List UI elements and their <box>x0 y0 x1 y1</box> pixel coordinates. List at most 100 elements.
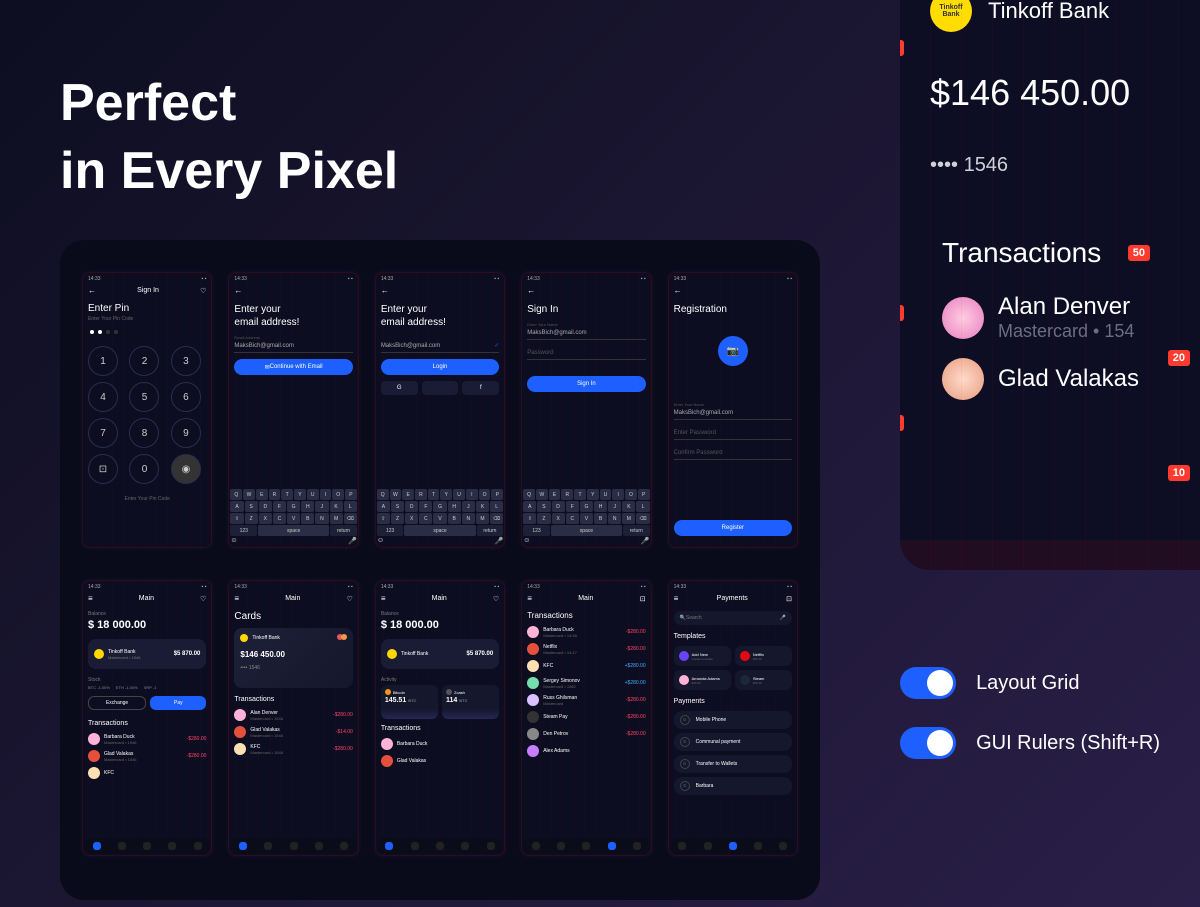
key[interactable]: P <box>638 489 650 500</box>
key[interactable]: I <box>466 489 478 500</box>
keyboard[interactable]: QWERTYUIOPASDFGHJKL⇧ZXCVBNM⌫123spaceretu… <box>230 489 356 546</box>
key[interactable]: T <box>428 489 440 500</box>
key[interactable]: D <box>405 501 418 512</box>
key[interactable]: B <box>301 513 314 524</box>
password-field[interactable]: Enter Password <box>674 426 792 440</box>
email-field[interactable]: MaksBich@gmail.com✓ <box>381 339 499 353</box>
camera-button[interactable]: 📷 <box>718 336 748 366</box>
crypto-bitcoin[interactable]: Bitcoin145.51 BTC <box>381 685 438 719</box>
email-field[interactable]: Email AddressMaksBich@gmail.com <box>234 339 352 353</box>
apple-button[interactable] <box>422 381 459 395</box>
facebook-button[interactable]: f <box>462 381 499 395</box>
credit-card[interactable]: Tinkoff Bank $146 450.00 •••• 1546 <box>234 628 352 688</box>
key[interactable]: ⇧ <box>523 513 536 524</box>
key[interactable]: F <box>566 501 579 512</box>
transaction-row[interactable]: Glad Valakas <box>381 755 499 767</box>
transaction-row[interactable]: Glad ValakasMastercard • 1546-$280.00 <box>88 750 206 762</box>
key[interactable]: ⇧ <box>377 513 390 524</box>
bank-card[interactable]: Tinkoff Bank$5 870.00 <box>381 639 499 669</box>
transaction-row[interactable]: KFC+$280.00 <box>527 660 645 672</box>
key[interactable]: L <box>344 501 357 512</box>
key[interactable]: R <box>415 489 427 500</box>
key[interactable]: R <box>269 489 281 500</box>
search-input[interactable]: 🔍 Search🎤 <box>674 611 792 625</box>
key[interactable]: S <box>245 501 258 512</box>
tabbar[interactable] <box>230 838 356 854</box>
key-1[interactable]: 1 <box>88 346 118 376</box>
back-icon[interactable]: ← <box>674 286 682 295</box>
key[interactable]: Z <box>391 513 404 524</box>
key[interactable]: D <box>552 501 565 512</box>
name-field[interactable]: Enter Your NameMaksBich@gmail.com <box>527 326 645 340</box>
key[interactable]: X <box>552 513 565 524</box>
payment-item[interactable]: ◌Barbara <box>674 777 792 795</box>
pay-button[interactable]: Pay <box>150 696 206 710</box>
key[interactable]: A <box>377 501 390 512</box>
key[interactable]: N <box>608 513 621 524</box>
key[interactable]: ⌫ <box>636 513 649 524</box>
payment-item[interactable]: ◌Mobile Phone <box>674 711 792 729</box>
key[interactable]: C <box>273 513 286 524</box>
scan-icon[interactable]: ⊡ <box>640 595 646 603</box>
keyboard[interactable]: QWERTYUIOPASDFGHJKL⇧ZXCVBNM⌫123spaceretu… <box>523 489 649 546</box>
key[interactable]: J <box>462 501 475 512</box>
tabbar[interactable] <box>670 838 796 854</box>
bell-icon[interactable]: ♡ <box>200 287 206 295</box>
transaction-row[interactable]: KFCMastercard • 1546-$280.00 <box>234 743 352 755</box>
template-add[interactable]: Add NewCreate template <box>674 646 731 666</box>
key[interactable]: S <box>391 501 404 512</box>
transaction-row[interactable]: KFC <box>88 767 206 779</box>
key[interactable]: J <box>608 501 621 512</box>
key[interactable]: H <box>448 501 461 512</box>
scan-icon[interactable]: ⊡ <box>786 595 792 603</box>
key[interactable]: E <box>549 489 561 500</box>
key[interactable]: Y <box>440 489 452 500</box>
keyboard[interactable]: QWERTYUIOPASDFGHJKL⇧ZXCVBNM⌫123spaceretu… <box>377 489 503 546</box>
transaction-row[interactable]: Alex Adams <box>527 745 645 757</box>
key[interactable]: Z <box>245 513 258 524</box>
key[interactable]: E <box>402 489 414 500</box>
key-0[interactable]: 0 <box>129 454 159 484</box>
key[interactable]: Q <box>377 489 389 500</box>
key[interactable]: Z <box>537 513 550 524</box>
back-icon[interactable]: ← <box>88 286 96 295</box>
password-field[interactable]: Password <box>527 346 645 360</box>
key[interactable]: M <box>476 513 489 524</box>
key[interactable]: G <box>433 501 446 512</box>
bell-icon[interactable]: ♡ <box>347 595 353 603</box>
key[interactable]: ⌫ <box>490 513 503 524</box>
key[interactable]: T <box>281 489 293 500</box>
key[interactable]: V <box>433 513 446 524</box>
key[interactable]: H <box>301 501 314 512</box>
transaction-row[interactable]: Glad ValakasMastercard • 1546-$14.00 <box>234 726 352 738</box>
key-6[interactable]: 6 <box>171 382 201 412</box>
key[interactable]: T <box>574 489 586 500</box>
key[interactable]: X <box>405 513 418 524</box>
exchange-button[interactable]: Exchange <box>88 696 146 710</box>
key[interactable]: ⇧ <box>230 513 243 524</box>
key[interactable]: N <box>462 513 475 524</box>
key[interactable]: F <box>273 501 286 512</box>
key[interactable]: L <box>636 501 649 512</box>
key[interactable]: U <box>307 489 319 500</box>
key[interactable]: L <box>490 501 503 512</box>
key[interactable]: J <box>315 501 328 512</box>
key[interactable]: S <box>537 501 550 512</box>
template-steam[interactable]: Steam$70.00 <box>735 670 792 690</box>
name-field[interactable]: Enter Your NameMaksBich@gmail.com <box>674 406 792 420</box>
continue-button[interactable]: ✉ Continue with Email <box>234 359 352 375</box>
menu-icon[interactable]: ≡ <box>527 594 532 603</box>
key[interactable]: X <box>259 513 272 524</box>
key[interactable]: I <box>320 489 332 500</box>
payment-item[interactable]: ◌Transfer to Wallets <box>674 755 792 773</box>
tabbar[interactable] <box>377 838 503 854</box>
payment-item[interactable]: ◌Communal payment <box>674 733 792 751</box>
back-icon[interactable]: ← <box>527 286 535 295</box>
key[interactable]: V <box>287 513 300 524</box>
bell-icon[interactable]: ♡ <box>200 595 206 603</box>
key[interactable]: A <box>230 501 243 512</box>
key-face[interactable]: ◉ <box>171 454 201 484</box>
key[interactable]: I <box>612 489 624 500</box>
transaction-row[interactable]: Glad Valakas <box>930 358 1200 400</box>
bank-card[interactable]: Tinkoff BankMastercard • 1546$5 870.00 <box>88 639 206 669</box>
